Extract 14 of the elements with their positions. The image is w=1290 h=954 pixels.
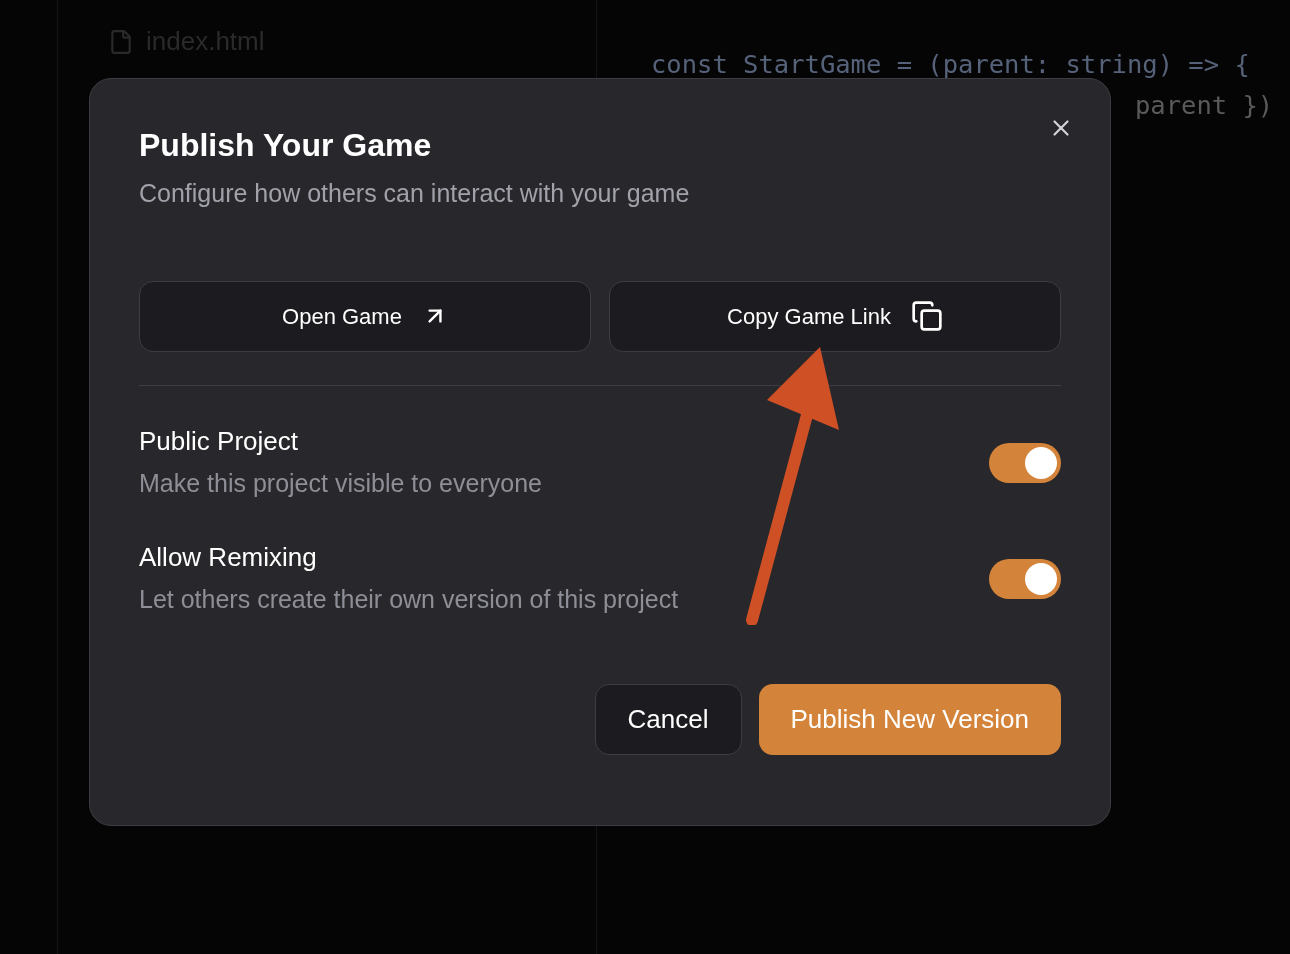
open-game-button[interactable]: Open Game <box>139 280 591 352</box>
code-line: const StartGame = (parent: string) => { <box>651 51 1250 77</box>
dialog-title: Publish Your Game <box>139 126 433 165</box>
copy-link-button[interactable]: Copy Game Link <box>609 280 1061 352</box>
toggle-switch[interactable] <box>989 442 1061 483</box>
cancel-button[interactable]: Cancel <box>594 683 742 755</box>
setting-description: Make this project visible to everyone <box>139 467 542 499</box>
dialog-subtitle: Configure how others can interact with your game <box>139 178 691 209</box>
setting-description: Let others create their own version of this project <box>139 583 679 615</box>
setting-title: Allow Remixing <box>139 541 318 572</box>
toggle-switch[interactable] <box>989 558 1061 599</box>
code-line: parent }) <box>1135 92 1274 118</box>
setting-title: Public Project <box>139 425 299 456</box>
copy-icon <box>910 300 943 332</box>
